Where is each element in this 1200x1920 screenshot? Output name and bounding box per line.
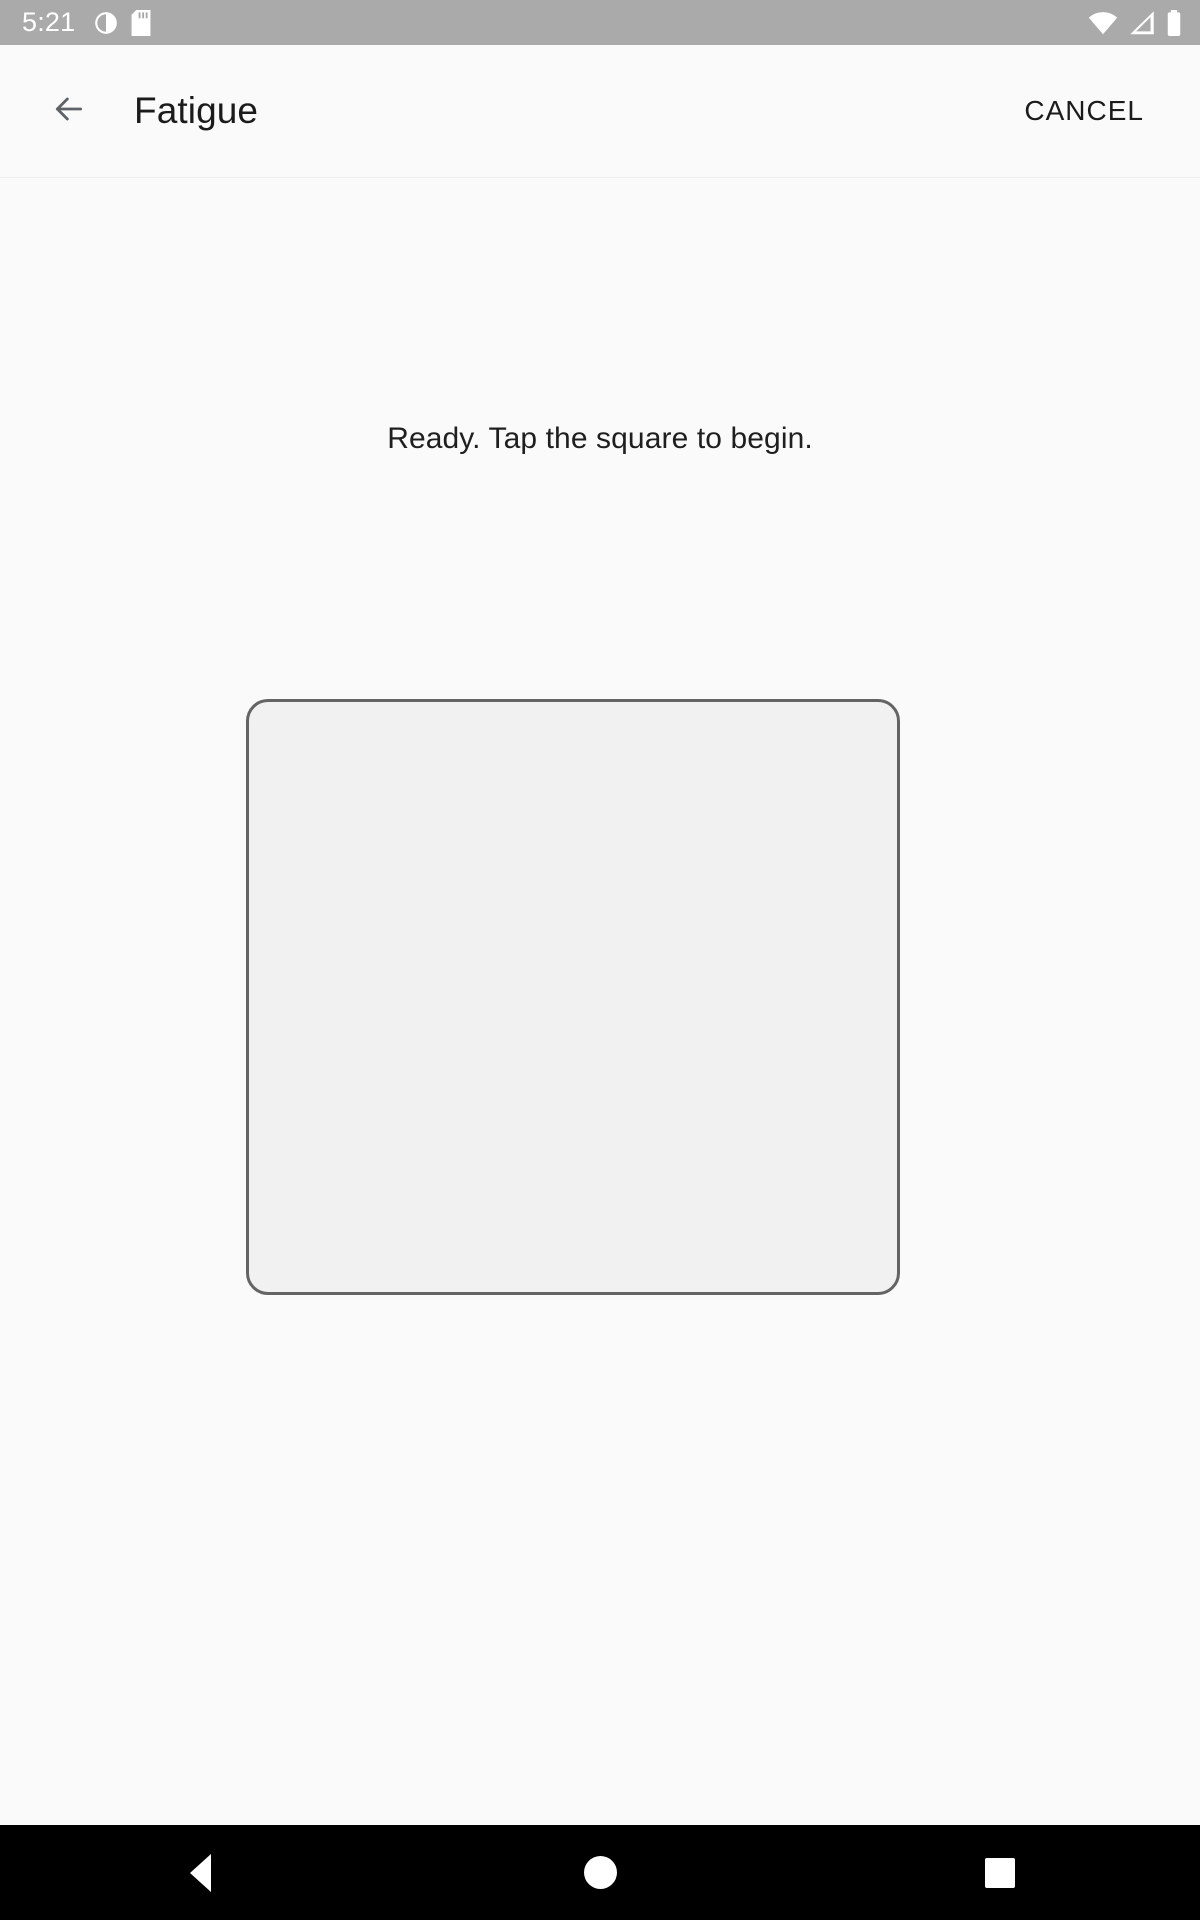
wifi-icon <box>1088 11 1118 35</box>
page-title: Fatigue <box>134 90 259 131</box>
sd-card-icon <box>131 9 151 36</box>
cellular-signal-icon <box>1129 10 1155 35</box>
tap-square[interactable] <box>246 699 900 1295</box>
status-bar-right-icons <box>1088 9 1182 36</box>
status-bar-left-icons <box>93 9 151 36</box>
nav-recents-square-icon <box>985 1857 1015 1888</box>
app-bar: Fatigue CANCEL <box>0 45 1200 178</box>
system-navigation-bar <box>0 1825 1200 1920</box>
cancel-button[interactable]: CANCEL <box>1020 85 1148 137</box>
battery-icon <box>1166 9 1182 36</box>
nav-back-triangle-icon <box>189 1853 211 1892</box>
back-button[interactable] <box>32 74 106 148</box>
content-area: Ready. Tap the square to begin. <box>0 179 1200 1825</box>
nav-home-button[interactable] <box>400 1825 800 1920</box>
back-arrow-icon <box>49 89 89 134</box>
status-bar: 5:21 <box>0 0 1200 45</box>
nav-recents-button[interactable] <box>800 1825 1200 1920</box>
status-bar-clock: 5:21 <box>22 7 76 37</box>
status-message: Ready. Tap the square to begin. <box>387 422 813 455</box>
nav-back-button[interactable] <box>0 1825 400 1920</box>
clock-alarm-icon <box>93 10 119 36</box>
nav-home-circle-icon <box>583 1856 617 1889</box>
